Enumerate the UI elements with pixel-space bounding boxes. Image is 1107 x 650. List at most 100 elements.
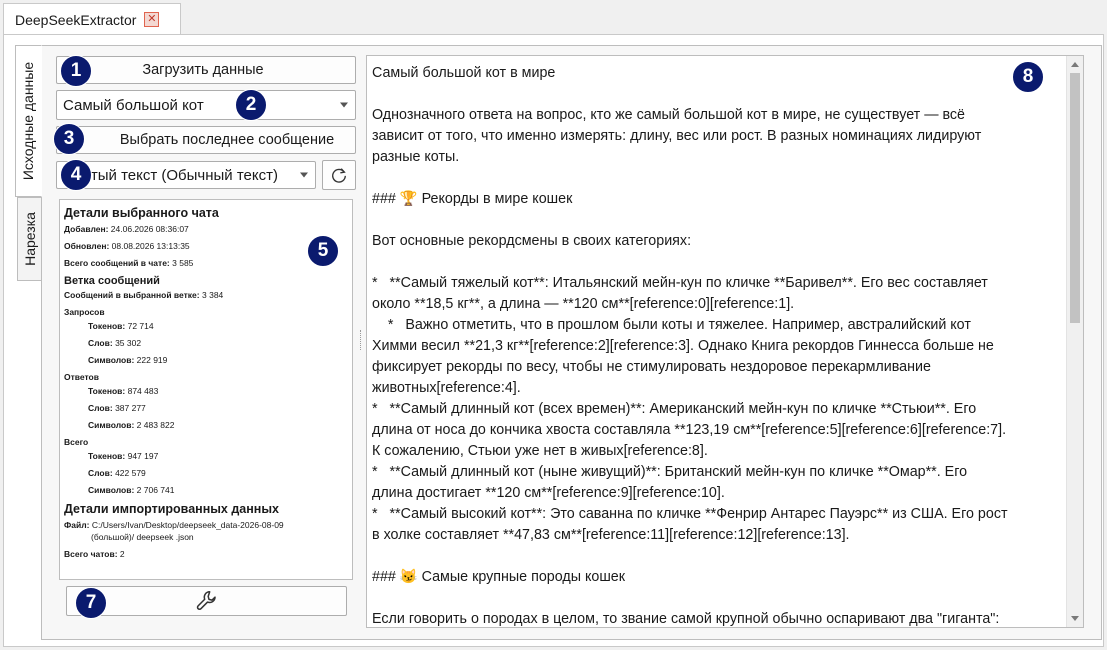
content-line [372, 168, 1067, 189]
total-messages-row: Всего сообщений в чате: 3 585 [64, 258, 348, 268]
tab-source-data[interactable]: Исходные данные [15, 45, 42, 197]
answers-title: Ответов [64, 372, 99, 382]
load-data-label: Загрузить данные [142, 62, 264, 78]
document-tab-title: DeepSeekExtractor [15, 11, 137, 28]
content-line: ### 🏆 Рекорды в мире кошек [372, 191, 573, 207]
content-line: Химми весил **21,3 кг**[reference:2][ref… [372, 338, 994, 354]
content-line [372, 210, 1067, 231]
content-line: в холке составляет **47,83 см**[referenc… [372, 527, 850, 543]
content-line: около **18,5 кг**, а длина — **120 см**[… [372, 296, 795, 312]
marker-badge-8: 8 [1012, 61, 1044, 93]
wrench-icon [196, 591, 216, 610]
file-value: C:/Users/Ivan/Desktop/deepseek_data-2026… [91, 520, 284, 530]
content-line: длина достигает **120 см**[reference:9][… [372, 485, 725, 501]
total-chats-value: 2 [119, 549, 125, 559]
vertical-scrollbar[interactable] [1066, 56, 1083, 627]
content-line: К сожалению, Стьюи уже нет в живых[refer… [372, 443, 708, 459]
chat-select[interactable]: Самый большой кот [56, 90, 356, 120]
req-words-row: Слов: 35 302 [64, 338, 348, 348]
requests-title: Запросов [64, 307, 105, 317]
tot-tokens-value: 947 197 [127, 451, 159, 461]
tot-chars-value: 2 706 741 [136, 485, 175, 495]
content-line: разные коты. [372, 149, 460, 165]
added-value: 24.06.2026 08:36:07 [110, 224, 189, 234]
content-line: животных[reference:4]. [372, 380, 521, 396]
import-details-title: Детали импортированных данных [64, 502, 279, 516]
req-tokens-label: Токенов: [88, 321, 126, 331]
tot-words-value: 422 579 [115, 468, 146, 478]
scroll-thumb[interactable] [1070, 73, 1080, 323]
chat-select-value: Самый большой кот [63, 96, 204, 114]
splitter-handle[interactable] [360, 330, 362, 350]
document-tab[interactable]: DeepSeekExtractor ✕ [3, 3, 181, 35]
content-line: * **Самый длинный кот (всех времен)**: А… [372, 401, 977, 417]
marker-badge-2: 2 [235, 89, 267, 121]
ans-chars-value: 2 483 822 [136, 420, 175, 430]
content-line: * **Самый высокий кот**: Это саванна по … [372, 506, 1008, 522]
message-text: Самый большой кот в мире Однозначного от… [372, 63, 1067, 627]
tot-tokens-label: Токенов: [88, 451, 126, 461]
tools-button[interactable] [66, 586, 347, 616]
marker-badge-7: 7 [75, 587, 107, 619]
chat-details-title: Детали выбранного чата [64, 206, 219, 220]
branch-messages-label: Сообщений в выбранной ветке: [64, 290, 200, 300]
req-words-label: Слов: [88, 338, 113, 348]
select-last-message-label: Выбрать последнее сообщение [119, 132, 335, 148]
chevron-down-icon [300, 172, 308, 178]
scroll-up-icon[interactable] [1071, 62, 1079, 67]
branch-messages-row: Сообщений в выбранной ветке: 3 384 [64, 290, 348, 300]
branch-messages-value: 3 384 [202, 290, 224, 300]
refresh-icon [332, 168, 346, 183]
message-content-view[interactable]: Самый большой кот в мире Однозначного от… [366, 55, 1084, 628]
content-line: * Важно отметить, что в прошлом были кот… [372, 317, 971, 333]
marker-badge-4: 4 [60, 159, 92, 191]
ans-chars-label: Символов: [88, 420, 135, 430]
file-row: Файл: C:/Users/Ivan/Desktop/deepseek_dat… [64, 520, 348, 530]
load-data-button[interactable]: Загрузить данные [56, 56, 356, 84]
ans-words-value: 387 277 [115, 403, 146, 413]
refresh-button[interactable] [322, 160, 356, 190]
req-tokens-row: Токенов: 72 714 [64, 321, 348, 331]
content-line: зависит от того, что именно измерять: дл… [372, 128, 982, 144]
ans-tokens-label: Токенов: [88, 386, 126, 396]
tot-chars-label: Символов: [88, 485, 135, 495]
content-line [372, 546, 1067, 567]
content-line: длина от носа до кончика хвоста составля… [372, 422, 1007, 438]
total-messages-value: 3 585 [172, 258, 194, 268]
content-line: Вот основные рекордсмены в своих категор… [372, 233, 692, 249]
req-chars-value: 222 919 [136, 355, 168, 365]
marker-badge-5: 5 [307, 235, 339, 267]
total-title: Всего [64, 437, 89, 447]
total-chats-label: Всего чатов: [64, 549, 118, 559]
req-chars-label: Символов: [88, 355, 135, 365]
marker-badge-1: 1 [60, 55, 92, 87]
marker-badge-3: 3 [53, 123, 85, 155]
content-line: Самый большой кот в мире [372, 65, 556, 81]
updated-value: 08.08.2026 13:13:35 [111, 241, 190, 251]
file-label: Файл: [64, 520, 90, 530]
ans-tokens-value: 874 483 [127, 386, 159, 396]
ans-chars-row: Символов: 2 483 822 [64, 420, 348, 430]
req-chars-row: Символов: 222 919 [64, 355, 348, 365]
updated-row: Обновлен: 08.08.2026 13:13:35 [64, 241, 348, 251]
chevron-down-icon [340, 102, 348, 108]
file-value-cont: (большой)/ deepseek .json [91, 532, 194, 542]
format-select[interactable]: Чистый текст (Обычный текст) [56, 161, 316, 189]
select-last-message-button[interactable]: Выбрать последнее сообщение [56, 126, 356, 154]
tot-chars-row: Символов: 2 706 741 [64, 485, 348, 495]
close-icon[interactable]: ✕ [144, 12, 160, 27]
updated-label: Обновлен: [64, 241, 110, 251]
added-row: Добавлен: 24.06.2026 08:36:07 [64, 224, 348, 234]
added-label: Добавлен: [64, 224, 109, 234]
format-select-value: Чистый текст (Обычный текст) [65, 166, 278, 184]
ans-words-label: Слов: [88, 403, 113, 413]
ans-words-row: Слов: 387 277 [64, 403, 348, 413]
file-row-cont: (большой)/ deepseek .json [64, 532, 348, 542]
scroll-down-icon[interactable] [1071, 616, 1079, 621]
tot-words-label: Слов: [88, 468, 113, 478]
tab-slicing[interactable]: Нарезка [17, 197, 42, 281]
content-line: фиксирует рекорды по весу, чтобы не стим… [372, 359, 931, 375]
tab-source-data-label: Исходные данные [20, 61, 37, 181]
total-messages-label: Всего сообщений в чате: [64, 258, 170, 268]
req-words-value: 35 302 [115, 338, 142, 348]
